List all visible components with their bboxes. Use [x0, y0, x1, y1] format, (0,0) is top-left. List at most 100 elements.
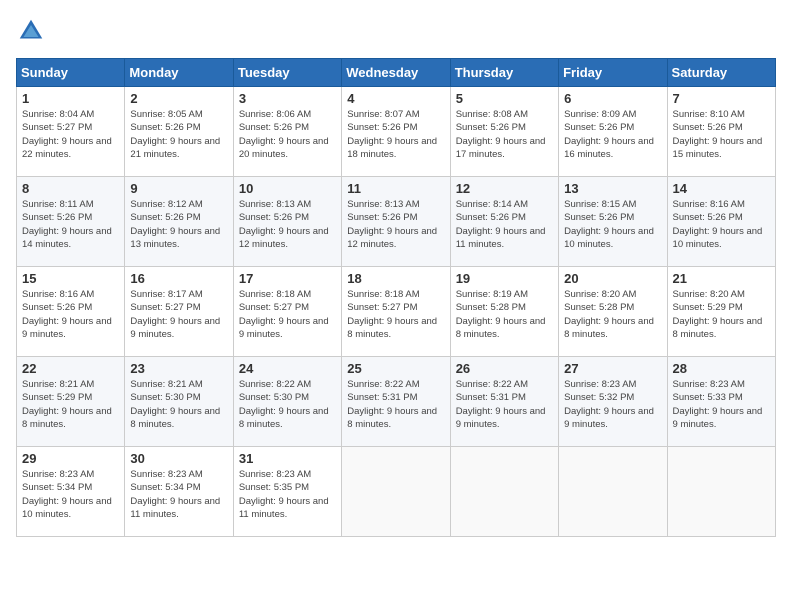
col-thursday: Thursday [450, 59, 558, 87]
cell-info: Sunrise: 8:11 AM Sunset: 5:26 PM Dayligh… [22, 199, 112, 250]
calendar-cell: 4 Sunrise: 8:07 AM Sunset: 5:26 PM Dayli… [342, 87, 450, 177]
calendar-cell: 28 Sunrise: 8:23 AM Sunset: 5:33 PM Dayl… [667, 357, 775, 447]
calendar-cell: 17 Sunrise: 8:18 AM Sunset: 5:27 PM Dayl… [233, 267, 341, 357]
cell-info: Sunrise: 8:19 AM Sunset: 5:28 PM Dayligh… [456, 289, 546, 340]
calendar-cell: 9 Sunrise: 8:12 AM Sunset: 5:26 PM Dayli… [125, 177, 233, 267]
cell-info: Sunrise: 8:10 AM Sunset: 5:26 PM Dayligh… [673, 109, 763, 160]
day-number: 26 [456, 361, 553, 376]
day-number: 16 [130, 271, 227, 286]
calendar-cell: 10 Sunrise: 8:13 AM Sunset: 5:26 PM Dayl… [233, 177, 341, 267]
cell-info: Sunrise: 8:22 AM Sunset: 5:30 PM Dayligh… [239, 379, 329, 430]
day-number: 30 [130, 451, 227, 466]
cell-info: Sunrise: 8:15 AM Sunset: 5:26 PM Dayligh… [564, 199, 654, 250]
calendar-table: Sunday Monday Tuesday Wednesday Thursday… [16, 58, 776, 537]
calendar-cell: 7 Sunrise: 8:10 AM Sunset: 5:26 PM Dayli… [667, 87, 775, 177]
calendar-week-row: 8 Sunrise: 8:11 AM Sunset: 5:26 PM Dayli… [17, 177, 776, 267]
calendar-cell: 13 Sunrise: 8:15 AM Sunset: 5:26 PM Dayl… [559, 177, 667, 267]
day-number: 29 [22, 451, 119, 466]
cell-info: Sunrise: 8:23 AM Sunset: 5:35 PM Dayligh… [239, 469, 329, 520]
cell-info: Sunrise: 8:23 AM Sunset: 5:34 PM Dayligh… [130, 469, 220, 520]
calendar-cell: 12 Sunrise: 8:14 AM Sunset: 5:26 PM Dayl… [450, 177, 558, 267]
day-number: 21 [673, 271, 770, 286]
calendar-week-row: 15 Sunrise: 8:16 AM Sunset: 5:26 PM Dayl… [17, 267, 776, 357]
calendar-cell: 3 Sunrise: 8:06 AM Sunset: 5:26 PM Dayli… [233, 87, 341, 177]
calendar-week-row: 29 Sunrise: 8:23 AM Sunset: 5:34 PM Dayl… [17, 447, 776, 537]
calendar-cell: 24 Sunrise: 8:22 AM Sunset: 5:30 PM Dayl… [233, 357, 341, 447]
day-number: 28 [673, 361, 770, 376]
day-number: 18 [347, 271, 444, 286]
cell-info: Sunrise: 8:07 AM Sunset: 5:26 PM Dayligh… [347, 109, 437, 160]
cell-info: Sunrise: 8:14 AM Sunset: 5:26 PM Dayligh… [456, 199, 546, 250]
day-number: 12 [456, 181, 553, 196]
logo [16, 16, 50, 46]
day-number: 31 [239, 451, 336, 466]
calendar-cell: 22 Sunrise: 8:21 AM Sunset: 5:29 PM Dayl… [17, 357, 125, 447]
calendar-cell: 31 Sunrise: 8:23 AM Sunset: 5:35 PM Dayl… [233, 447, 341, 537]
day-number: 5 [456, 91, 553, 106]
day-number: 13 [564, 181, 661, 196]
day-number: 10 [239, 181, 336, 196]
page-header [16, 16, 776, 46]
calendar-cell [342, 447, 450, 537]
cell-info: Sunrise: 8:22 AM Sunset: 5:31 PM Dayligh… [456, 379, 546, 430]
cell-info: Sunrise: 8:16 AM Sunset: 5:26 PM Dayligh… [673, 199, 763, 250]
col-monday: Monday [125, 59, 233, 87]
calendar-header-row: Sunday Monday Tuesday Wednesday Thursday… [17, 59, 776, 87]
calendar-cell: 26 Sunrise: 8:22 AM Sunset: 5:31 PM Dayl… [450, 357, 558, 447]
calendar-cell: 19 Sunrise: 8:19 AM Sunset: 5:28 PM Dayl… [450, 267, 558, 357]
col-saturday: Saturday [667, 59, 775, 87]
calendar-cell [450, 447, 558, 537]
cell-info: Sunrise: 8:09 AM Sunset: 5:26 PM Dayligh… [564, 109, 654, 160]
calendar-cell: 16 Sunrise: 8:17 AM Sunset: 5:27 PM Dayl… [125, 267, 233, 357]
day-number: 23 [130, 361, 227, 376]
day-number: 6 [564, 91, 661, 106]
day-number: 14 [673, 181, 770, 196]
col-sunday: Sunday [17, 59, 125, 87]
calendar-cell: 2 Sunrise: 8:05 AM Sunset: 5:26 PM Dayli… [125, 87, 233, 177]
calendar-cell: 8 Sunrise: 8:11 AM Sunset: 5:26 PM Dayli… [17, 177, 125, 267]
cell-info: Sunrise: 8:22 AM Sunset: 5:31 PM Dayligh… [347, 379, 437, 430]
day-number: 9 [130, 181, 227, 196]
calendar-cell: 23 Sunrise: 8:21 AM Sunset: 5:30 PM Dayl… [125, 357, 233, 447]
day-number: 2 [130, 91, 227, 106]
day-number: 24 [239, 361, 336, 376]
cell-info: Sunrise: 8:23 AM Sunset: 5:33 PM Dayligh… [673, 379, 763, 430]
calendar-cell [667, 447, 775, 537]
calendar-week-row: 1 Sunrise: 8:04 AM Sunset: 5:27 PM Dayli… [17, 87, 776, 177]
cell-info: Sunrise: 8:17 AM Sunset: 5:27 PM Dayligh… [130, 289, 220, 340]
cell-info: Sunrise: 8:13 AM Sunset: 5:26 PM Dayligh… [239, 199, 329, 250]
day-number: 11 [347, 181, 444, 196]
day-number: 3 [239, 91, 336, 106]
cell-info: Sunrise: 8:20 AM Sunset: 5:28 PM Dayligh… [564, 289, 654, 340]
col-tuesday: Tuesday [233, 59, 341, 87]
cell-info: Sunrise: 8:04 AM Sunset: 5:27 PM Dayligh… [22, 109, 112, 160]
day-number: 1 [22, 91, 119, 106]
day-number: 17 [239, 271, 336, 286]
cell-info: Sunrise: 8:06 AM Sunset: 5:26 PM Dayligh… [239, 109, 329, 160]
col-friday: Friday [559, 59, 667, 87]
calendar-cell: 25 Sunrise: 8:22 AM Sunset: 5:31 PM Dayl… [342, 357, 450, 447]
cell-info: Sunrise: 8:23 AM Sunset: 5:32 PM Dayligh… [564, 379, 654, 430]
cell-info: Sunrise: 8:12 AM Sunset: 5:26 PM Dayligh… [130, 199, 220, 250]
cell-info: Sunrise: 8:16 AM Sunset: 5:26 PM Dayligh… [22, 289, 112, 340]
day-number: 15 [22, 271, 119, 286]
day-number: 25 [347, 361, 444, 376]
calendar-cell: 27 Sunrise: 8:23 AM Sunset: 5:32 PM Dayl… [559, 357, 667, 447]
cell-info: Sunrise: 8:23 AM Sunset: 5:34 PM Dayligh… [22, 469, 112, 520]
cell-info: Sunrise: 8:21 AM Sunset: 5:30 PM Dayligh… [130, 379, 220, 430]
cell-info: Sunrise: 8:08 AM Sunset: 5:26 PM Dayligh… [456, 109, 546, 160]
day-number: 20 [564, 271, 661, 286]
cell-info: Sunrise: 8:05 AM Sunset: 5:26 PM Dayligh… [130, 109, 220, 160]
calendar-cell: 6 Sunrise: 8:09 AM Sunset: 5:26 PM Dayli… [559, 87, 667, 177]
calendar-cell: 14 Sunrise: 8:16 AM Sunset: 5:26 PM Dayl… [667, 177, 775, 267]
cell-info: Sunrise: 8:21 AM Sunset: 5:29 PM Dayligh… [22, 379, 112, 430]
cell-info: Sunrise: 8:18 AM Sunset: 5:27 PM Dayligh… [347, 289, 437, 340]
cell-info: Sunrise: 8:20 AM Sunset: 5:29 PM Dayligh… [673, 289, 763, 340]
logo-icon [16, 16, 46, 46]
calendar-cell: 18 Sunrise: 8:18 AM Sunset: 5:27 PM Dayl… [342, 267, 450, 357]
calendar-week-row: 22 Sunrise: 8:21 AM Sunset: 5:29 PM Dayl… [17, 357, 776, 447]
calendar-cell: 29 Sunrise: 8:23 AM Sunset: 5:34 PM Dayl… [17, 447, 125, 537]
calendar-cell: 30 Sunrise: 8:23 AM Sunset: 5:34 PM Dayl… [125, 447, 233, 537]
calendar-cell: 21 Sunrise: 8:20 AM Sunset: 5:29 PM Dayl… [667, 267, 775, 357]
day-number: 4 [347, 91, 444, 106]
